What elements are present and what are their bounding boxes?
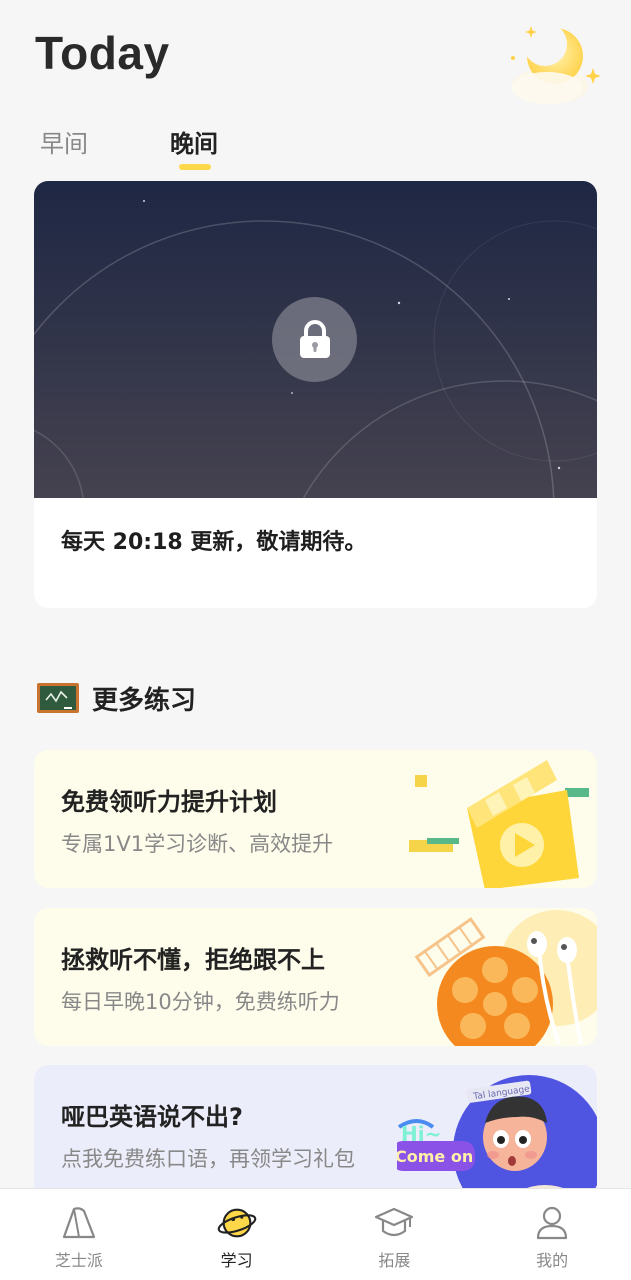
speaking-practice-card[interactable]: 哑巴英语说不出? 点我免费练口语，再领学习礼包 Tal language Hi~… [34, 1065, 597, 1205]
lock-icon [299, 319, 330, 358]
update-notice: 每天 20:18 更新，敬请期待。 [61, 530, 367, 555]
chalkboard-icon [37, 682, 79, 713]
film-reel-headphones-illustration [414, 910, 597, 1046]
moon-icon [511, 22, 601, 104]
tab-morning[interactable]: 早间 [40, 124, 88, 159]
tabbar-label: 学习 [220, 1251, 253, 1270]
clapperboard-illustration [409, 760, 589, 888]
bottom-tab-bar: 芝士派 学习 拓展 我的 [0, 1188, 631, 1280]
tabbar-item-cheese[interactable]: 芝士派 [0, 1189, 158, 1280]
come-on-text: Come on [397, 1147, 473, 1166]
card-subtitle: 专属1V1学习诊断、高效提升 [61, 832, 334, 856]
tabbar-label: 拓展 [378, 1251, 411, 1270]
tab-evening[interactable]: 晚间 [170, 124, 218, 159]
tabbar-item-me[interactable]: 我的 [473, 1189, 631, 1280]
card-title: 哑巴英语说不出? [61, 1103, 243, 1131]
lock-button[interactable] [272, 297, 357, 382]
cheese-icon [62, 1207, 95, 1239]
tabbar-label: 我的 [536, 1251, 569, 1270]
user-icon [537, 1206, 568, 1240]
daily-listening-card[interactable]: 拯救听不懂，拒绝跟不上 每日早晚10分钟，免费练听力 [34, 908, 597, 1046]
more-practice-header: 更多练习 [36, 680, 196, 717]
planet-icon [217, 1208, 256, 1238]
active-tab-indicator [179, 164, 211, 170]
section-title: 更多练习 [92, 686, 197, 716]
page-title: Today [35, 27, 170, 79]
graduation-cap-icon [375, 1207, 414, 1237]
today-page: Today 早间 晚间 每天 20:18 更新，敬请期待。 更多练习 免费领听力… [0, 0, 631, 1280]
card-subtitle: 点我免费练口语，再领学习礼包 [61, 1147, 355, 1171]
tabbar-item-study[interactable]: 学习 [158, 1189, 316, 1280]
tabbar-item-expand[interactable]: 拓展 [316, 1189, 474, 1280]
card-title: 免费领听力提升计划 [61, 788, 277, 816]
evening-lesson-card[interactable]: 每天 20:18 更新，敬请期待。 [34, 181, 597, 608]
card-title: 拯救听不懂，拒绝跟不上 [61, 946, 325, 974]
tabbar-label: 芝士派 [54, 1251, 103, 1270]
listening-plan-card[interactable]: 免费领听力提升计划 专属1V1学习诊断、高效提升 [34, 750, 597, 888]
boy-avatar-illustration: Tal language Hi~ Come on [397, 1075, 597, 1205]
card-subtitle: 每日早晚10分钟，免费练听力 [61, 990, 340, 1014]
